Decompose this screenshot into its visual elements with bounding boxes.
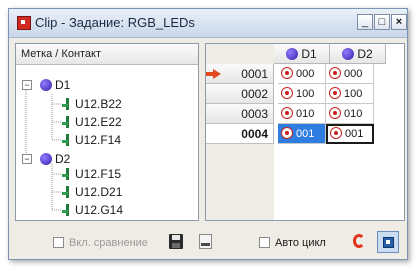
row-header-0001[interactable]: 0001 <box>206 64 274 84</box>
row-header-label: 0002 <box>241 87 268 101</box>
grid-cell[interactable]: 000 <box>278 64 326 84</box>
app-icon <box>17 16 31 30</box>
tree-pin-item[interactable]: U12.B22 <box>62 95 122 113</box>
cell-value: 100 <box>344 88 363 100</box>
value-icon <box>281 127 293 139</box>
refresh-icon <box>353 234 365 248</box>
tree-pin-item[interactable]: U12.D21 <box>62 183 122 201</box>
pin-icon <box>62 204 73 216</box>
bus-icon <box>286 48 299 60</box>
auto-cycle-label: Авто цикл <box>275 237 326 249</box>
grid-cell[interactable]: 000 <box>326 64 374 84</box>
cell-value: 000 <box>296 68 315 80</box>
toggle-view-icon <box>383 237 394 248</box>
compare-label: Вкл. сравнение <box>69 237 148 249</box>
column-header-label: D1 <box>301 47 317 61</box>
row-header-0004[interactable]: 0004 <box>206 124 274 144</box>
cell-value: 010 <box>344 108 363 120</box>
value-icon <box>281 87 293 99</box>
column-header-d2[interactable]: D2 <box>330 44 386 64</box>
tree-pin-item[interactable]: U12.F15 <box>62 165 121 183</box>
column-header-d1[interactable]: D1 <box>274 44 330 64</box>
grid-cell-selected[interactable]: 001 <box>278 124 326 144</box>
toggle-view-button[interactable] <box>377 231 399 253</box>
value-icon <box>281 67 293 79</box>
vector-grid[interactable]: D1 D2 0001 0002 0003 0004 000 000 100 10… <box>205 43 405 221</box>
tree-pin-label: U12.G14 <box>75 203 124 217</box>
grid-cell-focused[interactable]: 001 <box>326 124 374 144</box>
save-icon <box>169 234 183 249</box>
grid-cell[interactable]: 010 <box>278 104 326 124</box>
pin-icon <box>62 186 73 198</box>
cell-value: 010 <box>296 108 315 120</box>
load-icon <box>199 234 212 249</box>
tree-pin-item[interactable]: U12.F14 <box>62 131 121 149</box>
window-title: Clip - Задание: RGB_LEDs <box>35 15 195 30</box>
arrow-right-icon <box>206 69 221 79</box>
value-icon <box>330 127 342 139</box>
load-button[interactable] <box>195 231 217 253</box>
close-button[interactable]: × <box>391 14 407 30</box>
tree-pin-label: U12.F14 <box>75 133 122 147</box>
value-icon <box>329 67 341 79</box>
tree-pin-label: U12.E22 <box>75 115 122 129</box>
value-icon <box>281 107 293 119</box>
bus-icon <box>342 48 355 60</box>
column-header-label: D2 <box>357 47 373 61</box>
title-bar[interactable]: Clip - Задание: RGB_LEDs _ □ × <box>9 9 407 38</box>
grid-cell[interactable]: 100 <box>278 84 326 104</box>
cell-value: 001 <box>345 128 364 140</box>
bus-icon <box>40 153 52 165</box>
grid-cell[interactable]: 010 <box>326 104 374 124</box>
clip-window: Clip - Задание: RGB_LEDs _ □ × Метка / К… <box>8 8 408 260</box>
pin-icon <box>62 168 73 180</box>
tree-pin-label: U12.D21 <box>75 185 123 199</box>
row-header-0003[interactable]: 0003 <box>206 104 274 124</box>
auto-cycle-checkbox[interactable] <box>259 237 270 248</box>
row-header-label: 0001 <box>241 67 268 81</box>
row-header-label: 0003 <box>241 107 268 121</box>
grid-cell[interactable]: 100 <box>326 84 374 104</box>
cell-value: 000 <box>344 68 363 80</box>
row-header-label: 0004 <box>241 127 268 141</box>
refresh-button[interactable] <box>349 231 371 253</box>
row-header-0002[interactable]: 0002 <box>206 84 274 104</box>
tree-pin-label: U12.B22 <box>75 97 122 111</box>
signal-tree[interactable]: Метка / Контакт − D1 U12.B22 U12.E22 U12… <box>15 43 199 221</box>
value-icon <box>329 87 341 99</box>
bus-icon <box>40 79 52 91</box>
compare-checkbox[interactable] <box>53 237 64 248</box>
tree-group-label: D2 <box>55 152 71 166</box>
cell-value: 100 <box>296 88 315 100</box>
pin-icon <box>62 116 73 128</box>
pin-icon <box>62 98 73 110</box>
save-button[interactable] <box>165 231 187 253</box>
value-icon <box>329 107 341 119</box>
collapse-d2-button[interactable]: − <box>22 154 32 164</box>
cell-value: 001 <box>296 128 315 140</box>
tree-pin-label: U12.F15 <box>75 167 122 181</box>
tree-pin-item[interactable]: U12.G14 <box>62 201 123 219</box>
pin-icon <box>62 134 73 146</box>
minimize-button[interactable]: _ <box>357 14 373 30</box>
collapse-d1-button[interactable]: − <box>22 80 32 90</box>
maximize-button[interactable]: □ <box>374 14 390 30</box>
tree-group-label: D1 <box>55 78 71 92</box>
tree-pin-item[interactable]: U12.E22 <box>62 113 122 131</box>
